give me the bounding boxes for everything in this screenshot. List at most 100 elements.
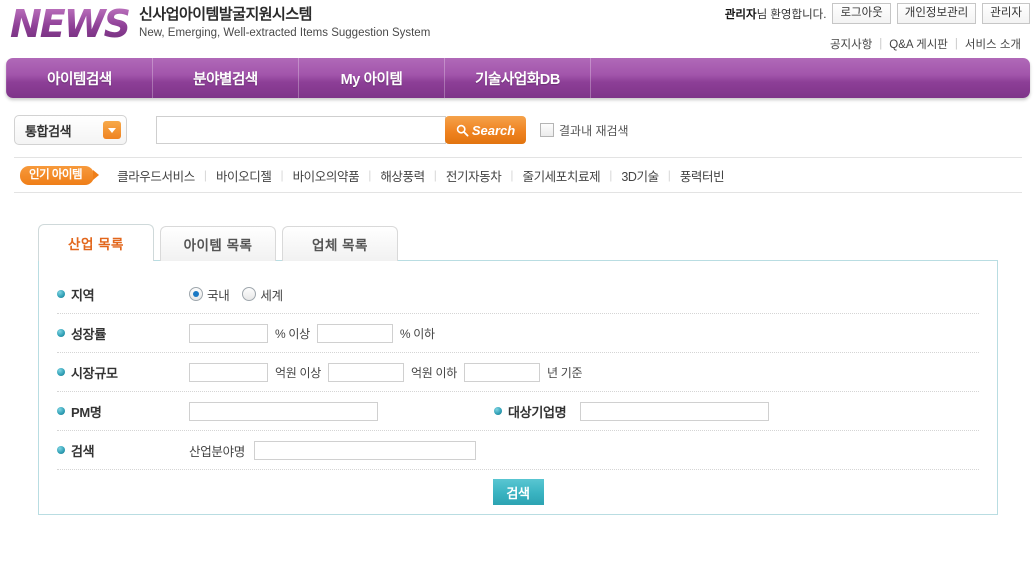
market-size-max-unit: 억원 이하: [411, 365, 457, 380]
privacy-management-button[interactable]: 개인정보관리: [896, 3, 977, 24]
market-size-year-input[interactable]: [464, 362, 540, 382]
popular-keyword[interactable]: 전기자동차: [437, 166, 511, 185]
search-icon: [456, 124, 469, 137]
chevron-down-icon: [103, 121, 121, 139]
bullet-icon: [57, 368, 65, 376]
popular-keyword[interactable]: 바이오의약품: [284, 166, 369, 185]
research-within-results-label: 결과내 재검색: [559, 123, 629, 138]
popular-keyword[interactable]: 3D기술: [612, 166, 667, 185]
search-category-label: 통합검색: [25, 123, 72, 139]
link-notice[interactable]: 공지사항: [823, 36, 879, 52]
bullet-icon: [57, 290, 65, 298]
utility-bar: 관리자님 환영합니다. 로그아웃 개인정보관리 관리자: [725, 3, 1030, 24]
growth-rate-max-input[interactable]: [316, 323, 393, 343]
admin-button[interactable]: 관리자: [982, 3, 1030, 24]
pm-name-controls: [189, 401, 378, 421]
logo-wordmark: NEWS: [10, 2, 131, 46]
checkbox-icon[interactable]: [540, 123, 554, 137]
nav-item-tech-commercialization-db[interactable]: 기술사업화DB: [445, 58, 591, 98]
label-growth-rate: 성장률: [57, 324, 189, 343]
growth-rate-min-unit: % 이상: [275, 326, 310, 341]
radio-label-global: 세계: [260, 288, 283, 303]
bullet-icon: [494, 407, 502, 415]
nav-item-item-search[interactable]: 아이템검색: [6, 58, 153, 98]
site-title-english: New, Emerging, Well-extracted Items Sugg…: [139, 27, 431, 39]
label-region-text: 지역: [71, 287, 95, 303]
logo-title-block: 신사업아이템발굴지원시스템 New, Emerging, Well-extrac…: [139, 2, 430, 41]
search-category-select[interactable]: 통합검색: [14, 115, 127, 145]
radio-icon-selected[interactable]: [189, 287, 203, 301]
popular-keywords-bar: 인기 아이템 클라우드서비스 | 바이오디젤 | 바이오의약품 | 해상풍력 |…: [14, 157, 1022, 193]
form-row-growth-rate: 성장률 % 이상 % 이하: [57, 314, 979, 353]
keyword-search-controls: 산업분야명: [189, 440, 477, 460]
search-form-panel: 지역 국내 세계 성장률 % 이상 % 이하 시장규모 억원 이상 억원 이하 …: [38, 260, 998, 515]
label-pm-name-text: PM명: [71, 404, 102, 420]
welcome-username: 관리자: [724, 8, 757, 21]
nav-item-my-item[interactable]: My 아이템: [299, 58, 445, 98]
market-size-max-input[interactable]: [328, 362, 404, 382]
site-logo[interactable]: NEWS 신사업아이템발굴지원시스템 New, Emerging, Well-e…: [8, 2, 430, 46]
main-navigation-wrapper: 아이템검색 분야별검색 My 아이템 기술사업화DB: [0, 58, 1036, 98]
search-bar: 통합검색 Search 결과내 재검색: [0, 113, 1036, 147]
bullet-icon: [57, 446, 65, 454]
label-region: 지역: [57, 285, 189, 304]
tab-bar: 산업 목록 아이템 목록 업체 목록: [38, 224, 1036, 261]
label-growth-rate-text: 성장률: [71, 326, 106, 342]
welcome-suffix: 님 환영합니다.: [756, 8, 827, 21]
tab-item-list[interactable]: 아이템 목록: [160, 226, 276, 261]
nav-item-field-search[interactable]: 분야별검색: [153, 58, 299, 98]
submit-row: 검색: [57, 470, 979, 514]
popular-keyword[interactable]: 클라우드서비스: [108, 166, 204, 185]
page-header: NEWS 신사업아이템발굴지원시스템 New, Emerging, Well-e…: [0, 0, 1036, 58]
growth-rate-min-input[interactable]: [189, 323, 268, 343]
pm-name-input[interactable]: [189, 401, 378, 421]
form-search-submit-button[interactable]: 검색: [492, 479, 544, 505]
main-navigation: 아이템검색 분야별검색 My 아이템 기술사업화DB: [6, 58, 1030, 98]
popular-keyword[interactable]: 바이오디젤: [207, 166, 281, 185]
utility-links: 공지사항 | Q&A 게시판 | 서비스 소개: [823, 36, 1028, 52]
growth-rate-controls: % 이상 % 이하: [189, 323, 442, 343]
label-market-size: 시장규모: [57, 363, 189, 382]
welcome-message: 관리자님 환영합니다.: [725, 6, 827, 22]
label-keyword-search-text: 검색: [71, 443, 95, 459]
company-name-group: 대상기업명: [494, 401, 770, 421]
label-company-name: 대상기업명: [494, 402, 567, 421]
tab-company-list[interactable]: 업체 목록: [282, 226, 398, 261]
label-market-size-text: 시장규모: [71, 365, 118, 381]
label-company-name-text: 대상기업명: [508, 404, 567, 420]
popular-keyword[interactable]: 줄기세포치료제: [513, 166, 609, 185]
region-radio-group: 국내 세계: [189, 285, 283, 304]
radio-option-global[interactable]: 세계: [242, 285, 283, 304]
logout-button[interactable]: 로그아웃: [832, 3, 891, 24]
radio-label-domestic: 국내: [207, 288, 230, 303]
form-row-keyword-search: 검색 산업분야명: [57, 431, 979, 470]
label-keyword-search: 검색: [57, 441, 189, 460]
popular-items-badge[interactable]: 인기 아이템: [20, 165, 95, 185]
tab-industry-list[interactable]: 산업 목록: [38, 224, 154, 261]
link-qna-board[interactable]: Q&A 게시판: [882, 36, 955, 52]
bullet-icon: [57, 407, 65, 415]
radio-option-domestic[interactable]: 국내: [189, 285, 230, 304]
market-size-min-input[interactable]: [189, 362, 268, 382]
link-service-intro[interactable]: 서비스 소개: [958, 36, 1028, 52]
company-name-input[interactable]: [580, 401, 770, 421]
bullet-icon: [57, 329, 65, 337]
form-row-market-size: 시장규모 억원 이상 억원 이하 년 기준: [57, 353, 979, 392]
research-within-results-toggle[interactable]: 결과내 재검색: [540, 122, 629, 139]
popular-keyword[interactable]: 해상풍력: [371, 166, 433, 185]
radio-icon[interactable]: [242, 287, 257, 301]
search-button-label: Search: [471, 122, 516, 138]
growth-rate-max-unit: % 이하: [399, 326, 435, 341]
form-row-region: 지역 국내 세계: [57, 275, 979, 314]
search-button[interactable]: Search: [445, 116, 526, 144]
market-size-min-unit: 억원 이상: [275, 365, 321, 380]
industry-field-name-input[interactable]: [254, 440, 477, 460]
form-row-pm-and-company: PM명 대상기업명: [57, 392, 979, 431]
site-title-korean: 신사업아이템발굴지원시스템: [139, 6, 312, 23]
market-size-controls: 억원 이상 억원 이하 년 기준: [189, 362, 589, 382]
label-pm-name: PM명: [57, 402, 189, 421]
popular-keyword-list: 클라우드서비스 | 바이오디젤 | 바이오의약품 | 해상풍력 | 전기자동차 …: [108, 166, 733, 185]
label-industry-field-name: 산업분야명: [189, 444, 246, 459]
popular-keyword[interactable]: 풍력터빈: [671, 166, 733, 185]
search-input[interactable]: [156, 116, 446, 144]
